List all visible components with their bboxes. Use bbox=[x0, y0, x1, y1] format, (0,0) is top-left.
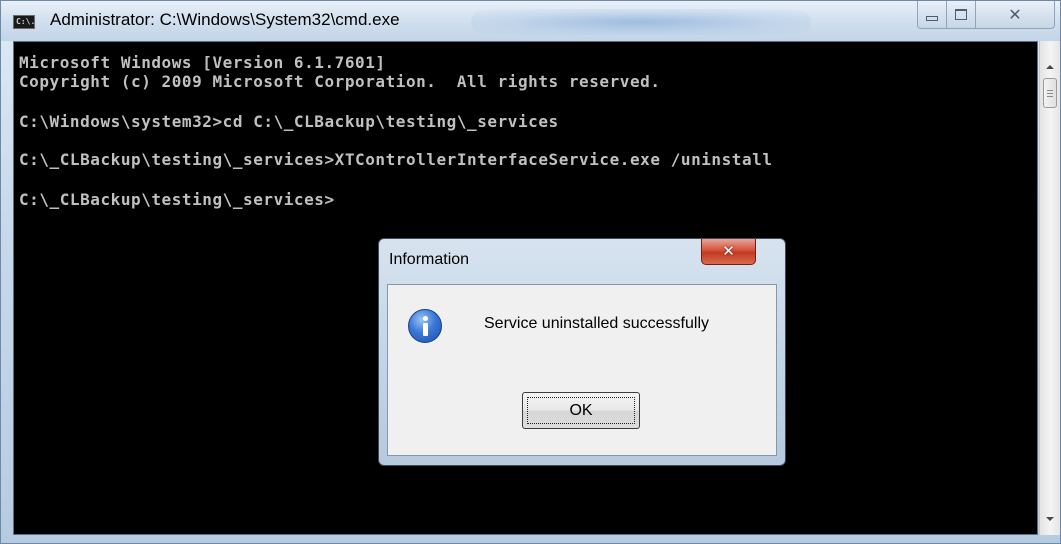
cmd-icon[interactable]: C:\. bbox=[13, 15, 35, 29]
close-icon: ✕ bbox=[722, 242, 735, 260]
ok-button[interactable]: OK bbox=[522, 392, 640, 429]
console-line: Microsoft Windows [Version 6.1.7601] bbox=[19, 53, 386, 72]
window-title: Administrator: C:\Windows\System32\cmd.e… bbox=[50, 10, 400, 29]
close-button[interactable]: ✕ bbox=[975, 1, 1055, 29]
minimize-icon bbox=[926, 16, 938, 21]
maximize-icon bbox=[955, 9, 967, 20]
dialog-message: Service uninstalled successfully bbox=[484, 315, 709, 332]
console-line: C:\Windows\system32>cd C:\_CLBackup\test… bbox=[19, 112, 559, 131]
console-prompt[interactable]: C:\_CLBackup\testing\_services> bbox=[19, 191, 335, 209]
thumb-grip bbox=[1047, 90, 1053, 91]
close-icon: ✕ bbox=[1008, 4, 1022, 24]
cmd-window: C:\. Administrator: C:\Windows\System32\… bbox=[0, 0, 1061, 544]
thumb-grip bbox=[1047, 93, 1053, 94]
vertical-scrollbar[interactable] bbox=[1039, 41, 1060, 535]
title-bar-glow bbox=[471, 9, 811, 35]
ok-button-label: OK bbox=[569, 401, 593, 419]
thumb-grip bbox=[1047, 96, 1053, 97]
information-icon bbox=[408, 309, 442, 343]
console-line: C:\_CLBackup\testing\_services>XTControl… bbox=[19, 150, 773, 169]
scroll-up-arrow-icon[interactable] bbox=[1046, 65, 1054, 69]
information-icon-stem bbox=[423, 323, 428, 336]
scroll-down-arrow-icon[interactable] bbox=[1046, 517, 1054, 521]
dialog-title: Information bbox=[389, 251, 470, 268]
dialog-body: Service uninstalled successfully OK bbox=[387, 284, 777, 456]
information-dialog: Information ✕ Service uninstalled succes… bbox=[378, 238, 786, 466]
information-icon-dot bbox=[423, 316, 428, 321]
maximize-button[interactable] bbox=[946, 1, 976, 29]
caption-buttons: ✕ bbox=[906, 1, 1056, 31]
minimize-button[interactable] bbox=[917, 1, 947, 29]
scroll-thumb[interactable] bbox=[1043, 78, 1057, 108]
dialog-close-button[interactable]: ✕ bbox=[701, 239, 756, 265]
title-bar[interactable]: C:\. Administrator: C:\Windows\System32\… bbox=[1, 1, 1060, 41]
cmd-icon-glyph: C:\. bbox=[16, 17, 36, 26]
console-line: Copyright (c) 2009 Microsoft Corporation… bbox=[19, 72, 661, 91]
